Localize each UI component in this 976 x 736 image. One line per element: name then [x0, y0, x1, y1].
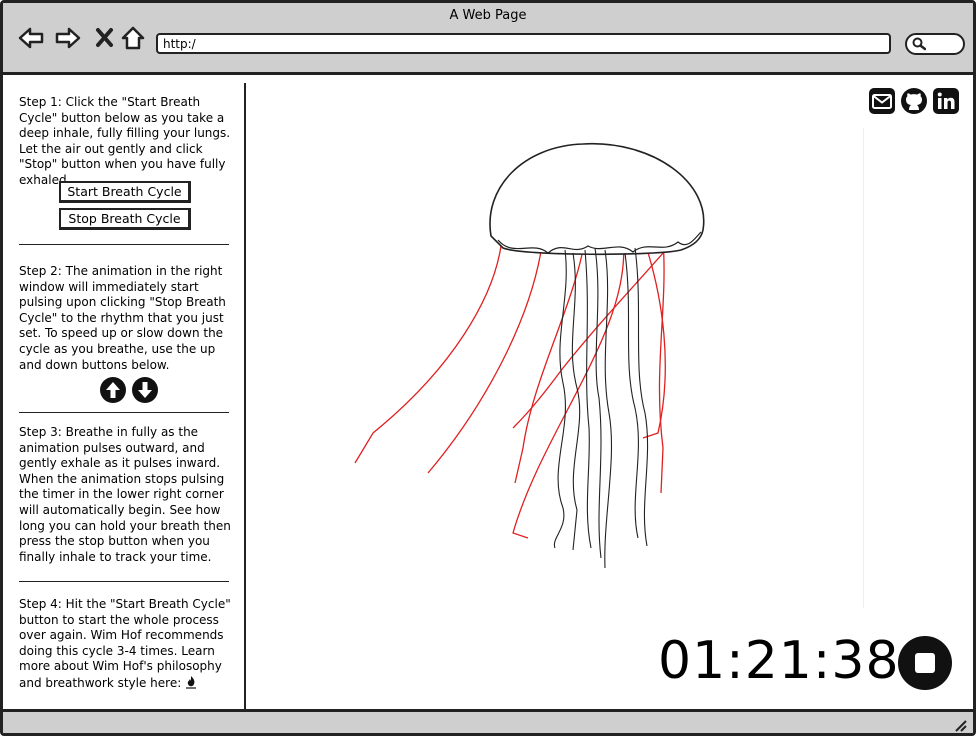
- arrow-up-circle-icon: [100, 377, 126, 403]
- step-4-text: Step 4: Hit the "Start Breath Cycle" but…: [19, 597, 241, 692]
- instructions-sidebar: Step 1: Click the "Start Breath Cycle" b…: [6, 83, 246, 710]
- browser-toolbar: A Web Page http:/: [3, 3, 973, 75]
- close-icon[interactable]: [92, 25, 118, 51]
- start-breath-cycle-button[interactable]: Start Breath Cycle: [59, 181, 191, 203]
- divider: [19, 412, 229, 413]
- step-4-label: Step 4: Hit the "Start Breath Cycle" but…: [19, 597, 231, 690]
- search-field[interactable]: [905, 33, 965, 55]
- step-2-text: Step 2: The animation in the right windo…: [19, 264, 226, 372]
- status-bar: [3, 709, 973, 733]
- step-1-text: Step 1: Click the "Start Breath Cycle" b…: [19, 95, 231, 187]
- divider: [19, 581, 229, 582]
- browser-window: A Web Page http:/ Step 1: Click the "Sta…: [0, 0, 976, 736]
- stop-circle-icon: [898, 636, 952, 690]
- step-3-text: Step 3: Breathe in fully as the animatio…: [19, 425, 231, 564]
- envelope-icon[interactable]: [868, 87, 896, 115]
- github-icon[interactable]: [900, 87, 928, 115]
- slow-down-button[interactable]: [131, 376, 159, 404]
- forward-arrow-icon[interactable]: [55, 25, 81, 51]
- breath-hold-timer: 01:21:38: [658, 631, 900, 691]
- resize-grip-icon[interactable]: [953, 717, 967, 732]
- back-arrow-icon[interactable]: [18, 25, 44, 51]
- speed-up-button[interactable]: [99, 376, 127, 404]
- search-icon: [912, 37, 926, 51]
- jellyfish-animation: [333, 128, 853, 598]
- divider: [863, 128, 864, 608]
- divider: [19, 244, 229, 245]
- fire-link-icon[interactable]: [185, 675, 197, 689]
- linkedin-icon[interactable]: [932, 87, 960, 115]
- window-title: A Web Page: [449, 8, 527, 23]
- arrow-down-circle-icon: [132, 377, 158, 403]
- home-icon[interactable]: [120, 25, 146, 51]
- url-field[interactable]: http:/: [156, 33, 891, 54]
- stop-breath-cycle-button[interactable]: Stop Breath Cycle: [59, 208, 191, 230]
- stop-timer-button[interactable]: [897, 635, 953, 691]
- red-tentacles: [354, 235, 679, 539]
- jellyfish-bell: [489, 143, 705, 256]
